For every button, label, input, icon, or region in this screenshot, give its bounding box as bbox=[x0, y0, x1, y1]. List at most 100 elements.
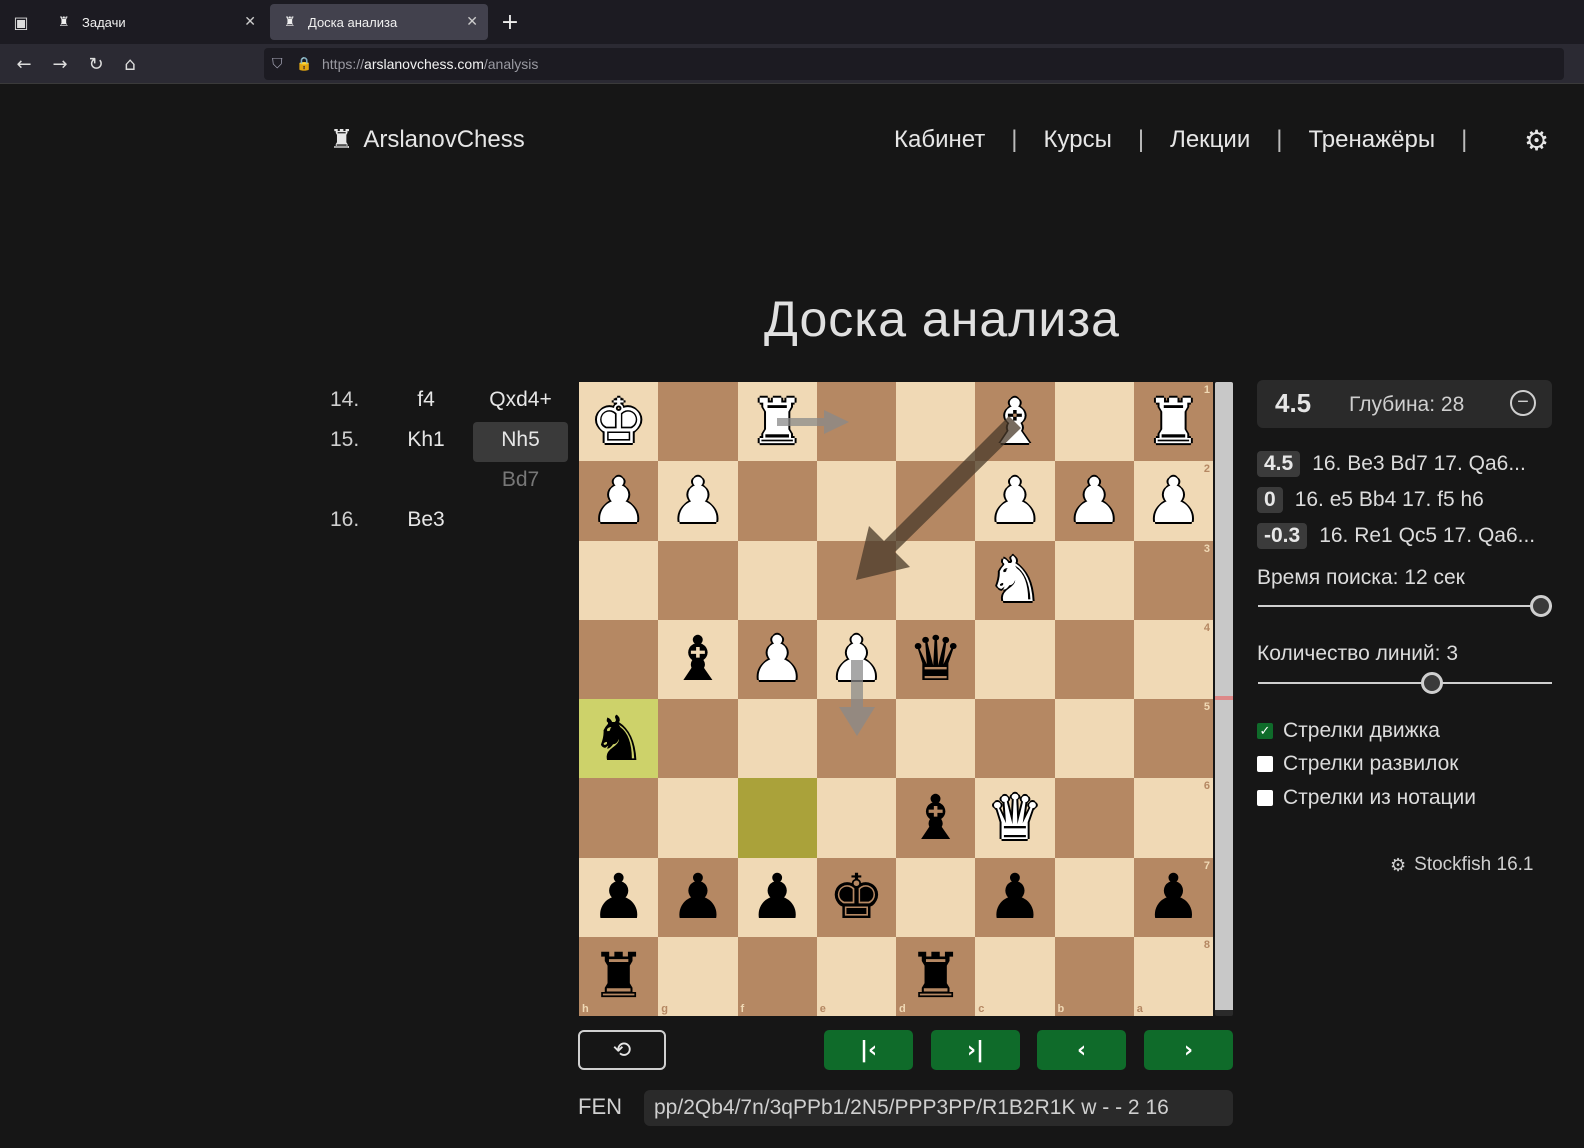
tab-zadachi[interactable]: ♜ Задачи ✕ bbox=[44, 4, 266, 40]
black-move[interactable]: Bd7 bbox=[473, 462, 568, 502]
white-king-piece[interactable]: ♚ bbox=[591, 390, 647, 453]
checkbox-icon[interactable] bbox=[1257, 756, 1273, 772]
white-queen-piece[interactable]: ♛ bbox=[987, 786, 1043, 849]
white-pawn-piece[interactable]: ♟ bbox=[1146, 469, 1202, 532]
square-a3[interactable]: 3 bbox=[1133, 540, 1213, 620]
white-knight-piece[interactable]: ♞ bbox=[987, 549, 1043, 611]
engine-line[interactable]: 4.5 16. Be3 Bd7 17. Qa6... bbox=[1257, 446, 1557, 482]
white-pawn-piece[interactable]: ♟ bbox=[829, 628, 885, 690]
square-a8[interactable]: 8a bbox=[1133, 936, 1213, 1016]
square-b8[interactable]: b bbox=[1054, 936, 1134, 1016]
square-f1[interactable]: ♜ bbox=[737, 382, 817, 462]
square-e8[interactable]: e bbox=[816, 936, 896, 1016]
board-grid[interactable]: ♚ ♜ ♝ ♜ 1 ♟ ♟ ♟ ♟ ♟ 2 ♞ 3 ♝ ♟ ♟ ♛ 4 ♞ 5 ♝ ♛ 6 ♟ ♟ ♟ ♚ ♟ ♟ 7 ♜ h g f e ♜ d c b 8… bbox=[579, 382, 1213, 1016]
square-b3[interactable] bbox=[1054, 540, 1134, 620]
square-h2[interactable]: ♟ bbox=[579, 461, 659, 541]
white-move[interactable]: Be3 bbox=[378, 508, 474, 532]
nav-courses[interactable]: Курсы bbox=[1044, 126, 1112, 154]
square-e3[interactable] bbox=[816, 540, 896, 620]
minus-circle-icon[interactable]: − bbox=[1510, 390, 1536, 416]
white-pawn-piece[interactable]: ♟ bbox=[670, 469, 726, 532]
square-e2[interactable] bbox=[816, 461, 896, 541]
engine-settings[interactable]: ⚙ Stockfish 16.1 bbox=[1390, 854, 1533, 876]
square-f2[interactable] bbox=[737, 461, 817, 541]
checkbox-icon[interactable] bbox=[1257, 790, 1273, 806]
white-pawn-piece[interactable]: ♟ bbox=[987, 469, 1043, 532]
slider-knob[interactable] bbox=[1421, 672, 1444, 694]
branch-arrows-checkbox[interactable]: Стрелки развилок bbox=[1257, 752, 1458, 776]
black-knight-piece[interactable]: ♞ bbox=[591, 707, 647, 770]
square-f3[interactable] bbox=[737, 540, 817, 620]
black-pawn-piece[interactable]: ♟ bbox=[591, 866, 647, 928]
white-bishop-piece[interactable]: ♝ bbox=[987, 390, 1043, 453]
white-pawn-piece[interactable]: ♟ bbox=[749, 628, 805, 690]
square-d2[interactable] bbox=[896, 461, 976, 541]
flip-board-button[interactable]: ⟲ bbox=[578, 1030, 666, 1070]
chess-board[interactable]: ♚ ♜ ♝ ♜ 1 ♟ ♟ ♟ ♟ ♟ 2 ♞ 3 ♝ ♟ ♟ ♛ 4 ♞ 5 ♝ ♛ 6 ♟ ♟ ♟ ♚ ♟ ♟ 7 ♜ h g f e ♜ d c b 8… bbox=[579, 382, 1213, 1016]
white-move[interactable]: f4 bbox=[378, 388, 474, 412]
square-e6[interactable] bbox=[816, 778, 896, 858]
black-bishop-piece[interactable]: ♝ bbox=[908, 786, 964, 849]
black-king-piece[interactable]: ♚ bbox=[829, 866, 885, 928]
slider-knob[interactable] bbox=[1530, 595, 1552, 617]
black-pawn-piece[interactable]: ♟ bbox=[987, 866, 1043, 928]
nav-lectures[interactable]: Лекции bbox=[1170, 126, 1250, 154]
white-move[interactable]: Kh1 bbox=[378, 428, 474, 452]
square-f6[interactable] bbox=[737, 778, 817, 858]
white-rook-piece[interactable]: ♜ bbox=[749, 390, 805, 453]
engine-arrows-checkbox[interactable]: ✓ Стрелки движка bbox=[1257, 719, 1440, 743]
square-d3[interactable] bbox=[896, 540, 976, 620]
nav-trainers[interactable]: Тренажёры bbox=[1308, 126, 1435, 154]
square-g1[interactable] bbox=[658, 382, 738, 462]
square-h3[interactable] bbox=[579, 540, 659, 620]
black-rook-piece[interactable]: ♜ bbox=[908, 945, 964, 1007]
square-c4[interactable] bbox=[975, 619, 1055, 699]
square-e1[interactable] bbox=[816, 382, 896, 462]
square-h6[interactable] bbox=[579, 778, 659, 858]
tab-list-icon[interactable]: ▣ bbox=[0, 0, 42, 44]
url-text[interactable]: https://arslanovchess.com/analysis bbox=[322, 56, 538, 72]
last-move-button[interactable]: ›| bbox=[931, 1030, 1020, 1070]
search-time-slider[interactable] bbox=[1258, 595, 1552, 617]
square-c8[interactable]: c bbox=[975, 936, 1055, 1016]
forward-icon[interactable]: → bbox=[46, 50, 74, 78]
square-c7[interactable]: ♟ bbox=[975, 857, 1055, 937]
square-e7[interactable]: ♚ bbox=[816, 857, 896, 937]
notation-arrows-checkbox[interactable]: Стрелки из нотации bbox=[1257, 786, 1476, 810]
square-a4[interactable]: 4 bbox=[1133, 619, 1213, 699]
square-c1[interactable]: ♝ bbox=[975, 382, 1055, 462]
square-f8[interactable]: f bbox=[737, 936, 817, 1016]
lock-icon[interactable]: 🔒 bbox=[296, 57, 318, 72]
square-b1[interactable] bbox=[1054, 382, 1134, 462]
site-logo[interactable]: ♜ ArslanovChess bbox=[330, 124, 525, 155]
square-g4[interactable]: ♝ bbox=[658, 619, 738, 699]
square-d8[interactable]: ♜ d bbox=[896, 936, 976, 1016]
square-d5[interactable] bbox=[896, 699, 976, 779]
black-move[interactable]: Nh5 bbox=[473, 422, 568, 462]
black-move[interactable]: Qxd4+ bbox=[473, 382, 568, 422]
engine-line[interactable]: -0.3 16. Re1 Qc5 17. Qa6... bbox=[1257, 518, 1557, 554]
black-pawn-piece[interactable]: ♟ bbox=[1146, 866, 1202, 928]
nav-cabinet[interactable]: Кабинет bbox=[894, 126, 985, 154]
square-c6[interactable]: ♛ bbox=[975, 778, 1055, 858]
black-pawn-piece[interactable]: ♟ bbox=[749, 866, 805, 928]
square-g3[interactable] bbox=[658, 540, 738, 620]
close-tab-icon[interactable]: ✕ bbox=[466, 14, 478, 30]
home-icon[interactable]: ⌂ bbox=[116, 50, 144, 78]
square-d4[interactable]: ♛ bbox=[896, 619, 976, 699]
black-rook-piece[interactable]: ♜ bbox=[591, 945, 647, 1007]
square-b6[interactable] bbox=[1054, 778, 1134, 858]
square-h8[interactable]: ♜ h bbox=[579, 936, 659, 1016]
square-d1[interactable] bbox=[896, 382, 976, 462]
white-rook-piece[interactable]: ♜ bbox=[1146, 390, 1202, 453]
square-f7[interactable]: ♟ bbox=[737, 857, 817, 937]
square-a6[interactable]: 6 bbox=[1133, 778, 1213, 858]
square-h7[interactable]: ♟ bbox=[579, 857, 659, 937]
square-f5[interactable] bbox=[737, 699, 817, 779]
square-a7[interactable]: ♟ 7 bbox=[1133, 857, 1213, 937]
white-pawn-piece[interactable]: ♟ bbox=[1066, 469, 1122, 532]
next-move-button[interactable]: › bbox=[1144, 1030, 1233, 1070]
prev-move-button[interactable]: ‹ bbox=[1037, 1030, 1126, 1070]
reload-icon[interactable]: ↻ bbox=[82, 50, 110, 78]
square-e5[interactable] bbox=[816, 699, 896, 779]
